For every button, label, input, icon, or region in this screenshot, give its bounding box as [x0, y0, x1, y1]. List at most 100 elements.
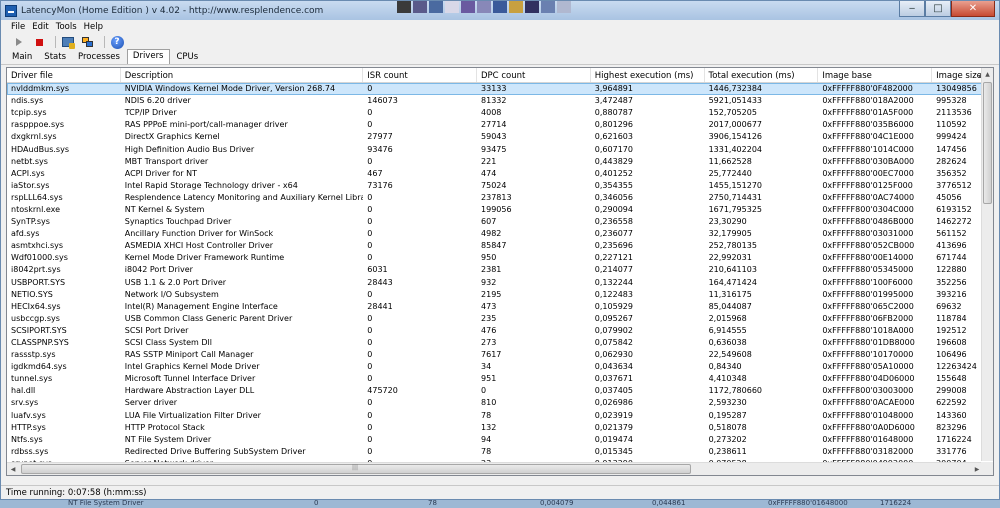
tab-cpus[interactable]: CPUs	[172, 51, 204, 64]
table-cell: TCP/IP Driver	[124, 108, 177, 118]
table-cell: 3906,154126	[708, 132, 763, 142]
stop-button[interactable]	[31, 35, 47, 49]
table-cell: 0,354355	[594, 180, 633, 190]
table-row[interactable]: CLASSPNP.SYS SCSI Class System Dll 0 273 0,0…	[7, 337, 993, 349]
table-row[interactable]: tcpip.sys TCP/IP Driver 0 4008 0,880787 152,7…	[7, 107, 993, 119]
toolbar-separator	[104, 36, 105, 48]
table-cell: 0	[367, 192, 373, 202]
table-row[interactable]: raspppoe.sys RAS PPPoE mini-port/call-man…	[7, 119, 993, 131]
maximize-button[interactable]: □	[925, 1, 951, 17]
table-cell: 28443	[367, 277, 393, 287]
table-row[interactable]: HECIx64.sys Intel(R) Management Engine In…	[7, 301, 993, 313]
table-cell: Ancillary Function Driver for WinSock	[124, 229, 274, 239]
background-cell: NT File System Driver	[68, 500, 144, 507]
start-button[interactable]	[11, 35, 27, 49]
table-cell: 11,316175	[708, 289, 752, 299]
table-row[interactable]: Wdf01000.sys Kernel Mode Driver Framework…	[7, 252, 993, 264]
table-cell: 1455,151270	[708, 180, 763, 190]
table-cell: i8042 Port Driver	[124, 265, 193, 275]
table-cell: 221	[481, 156, 497, 166]
table-cell: 475720	[367, 386, 398, 396]
table-row[interactable]: SCSIPORT.SYS SCSI Port Driver 0 476 0,079902…	[7, 325, 993, 337]
table-cell: 0,021379	[594, 422, 633, 432]
menu-file[interactable]: File	[11, 22, 25, 32]
table-row[interactable]: afd.sys Ancillary Function Driver for Win…	[7, 228, 993, 240]
title-bar[interactable]: LatencyMon (Home Edition ) v 4.02 - http…	[1, 1, 999, 20]
tab-processes[interactable]: Processes	[73, 51, 125, 64]
table-cell: 0xFFFFF880'052CB000	[822, 241, 915, 251]
table-row[interactable]: tunnel.sys Microsoft Tunnel Interface Dri…	[7, 373, 993, 385]
column-header[interactable]: Image base	[818, 68, 933, 82]
table-cell: 152,705205	[708, 108, 757, 118]
table-cell: 0,105929	[594, 301, 633, 311]
menu-tools[interactable]: Tools	[56, 22, 77, 32]
table-cell: 1331,402204	[708, 144, 763, 154]
table-row[interactable]: rassstp.sys RAS SSTP Miniport Call Manage…	[7, 349, 993, 361]
tab-drivers[interactable]: Drivers	[126, 49, 170, 64]
table-row[interactable]: NETIO.SYS Network I/O Subsystem 0 2195 0,122…	[7, 289, 993, 301]
menu-help[interactable]: Help	[84, 22, 103, 32]
minimize-button[interactable]: ‒	[899, 1, 925, 17]
help-button[interactable]: ?	[109, 35, 125, 49]
vertical-scroll-thumb[interactable]	[983, 82, 992, 204]
table-row[interactable]: i8042prt.sys i8042 Port Driver 6031 2381 0,2…	[7, 264, 993, 276]
column-header[interactable]: Description	[121, 68, 364, 82]
table-row[interactable]: srv.sys Server driver 0 810 0,026986 2,593230…	[7, 397, 993, 409]
column-header[interactable]: DPC count	[477, 68, 591, 82]
windows-button[interactable]	[80, 35, 96, 49]
table-row[interactable]: rdbss.sys Redirected Drive Buffering SubS…	[7, 446, 993, 458]
table-row[interactable]: rspLLL64.sys Resplendence Latency Monitor…	[7, 192, 993, 204]
table-row[interactable]: nvlddmkm.sys NVIDIA Windows Kernel Mode D…	[7, 83, 993, 96]
column-header[interactable]: ISR count	[363, 68, 478, 82]
table-cell: 75024	[481, 180, 507, 190]
table-row[interactable]: hal.dll Hardware Abstraction Layer DLL 475…	[7, 385, 993, 397]
table-row[interactable]: usbccgp.sys USB Common Class Generic Pare…	[7, 313, 993, 325]
table-cell: tunnel.sys	[11, 374, 53, 384]
horizontal-scrollbar[interactable]: ◀ ||| ▶	[7, 462, 983, 475]
latencymon-window: LatencyMon (Home Edition ) v 4.02 - http…	[0, 0, 1000, 500]
background-cell: 0	[314, 500, 319, 507]
close-button[interactable]: ✕	[951, 1, 995, 17]
table-cell: 93476	[367, 144, 393, 154]
table-cell: 0,236077	[594, 229, 633, 239]
scroll-left-icon[interactable]: ◀	[7, 464, 19, 475]
table-row[interactable]: HTTP.sys HTTP Protocol Stack 0 132 0,021379 0…	[7, 422, 993, 434]
table-row[interactable]: iaStor.sys Intel Rapid Storage Technology…	[7, 180, 993, 192]
table-cell: 0	[367, 434, 373, 444]
tab-main[interactable]: Main	[7, 51, 37, 64]
table-cell: 0	[367, 325, 373, 335]
table-row[interactable]: HDAudBus.sys High Definition Audio Bus Dr…	[7, 143, 993, 155]
vertical-scrollbar[interactable]: ▲	[981, 68, 993, 461]
table-row[interactable]: Ntfs.sys NT File System Driver 0 94 0,019474…	[7, 434, 993, 446]
table-cell: USBPORT.SYS	[11, 277, 66, 287]
table-cell: 0xFFFFF880'0F482000	[822, 84, 913, 94]
table-cell: 0xFFFFF880'01995000	[822, 289, 914, 299]
table-row[interactable]: igdkmd64.sys Intel Graphics Kernel Mode D…	[7, 361, 993, 373]
computer-button[interactable]	[60, 35, 76, 49]
table-cell: 0,236558	[594, 217, 633, 227]
table-cell: 0	[367, 156, 373, 166]
table-cell: 0,880787	[594, 108, 633, 118]
table-cell: 2,593230	[708, 398, 747, 408]
tab-stats[interactable]: Stats	[39, 51, 71, 64]
menu-edit[interactable]: Edit	[32, 22, 48, 32]
column-header[interactable]: Highest execution (ms)	[591, 68, 705, 82]
table-cell: Intel Rapid Storage Technology driver - …	[124, 180, 298, 190]
table-row[interactable]: dxgkrnl.sys DirectX Graphics Kernel 27977 5…	[7, 131, 993, 143]
table-cell: 0xFFFFF880'06FB2000	[822, 313, 914, 323]
table-cell: Resplendence Latency Monitoring and Auxi…	[124, 192, 364, 202]
table-row[interactable]: SynTP.sys Synaptics Touchpad Driver 0 607 0,…	[7, 216, 993, 228]
table-row[interactable]: ACPI.sys ACPI Driver for NT 467 474 0,401252…	[7, 168, 993, 180]
column-header[interactable]: Total execution (ms)	[705, 68, 819, 82]
table-cell: USB 1.1 & 2.0 Port Driver	[124, 277, 227, 287]
table-row[interactable]: luafv.sys LUA File Virtualization Filter …	[7, 410, 993, 422]
table-row[interactable]: asmtxhci.sys ASMEDIA XHCI Host Controller…	[7, 240, 993, 252]
menu-bar: File Edit Tools Help	[1, 20, 999, 34]
table-cell: 0,079902	[594, 325, 633, 335]
table-row[interactable]: netbt.sys MBT Transport driver 0 221 0,44382…	[7, 156, 993, 168]
table-row[interactable]: ndis.sys NDIS 6.20 driver 146073 81332 3,472…	[7, 95, 993, 107]
table-row[interactable]: ntoskrnl.exe NT Kernel & System 0 199056 0,2…	[7, 204, 993, 216]
column-header[interactable]: Driver file	[7, 68, 121, 82]
table-row[interactable]: USBPORT.SYS USB 1.1 & 2.0 Port Driver 2844…	[7, 277, 993, 289]
scroll-up-icon[interactable]: ▲	[982, 68, 993, 80]
